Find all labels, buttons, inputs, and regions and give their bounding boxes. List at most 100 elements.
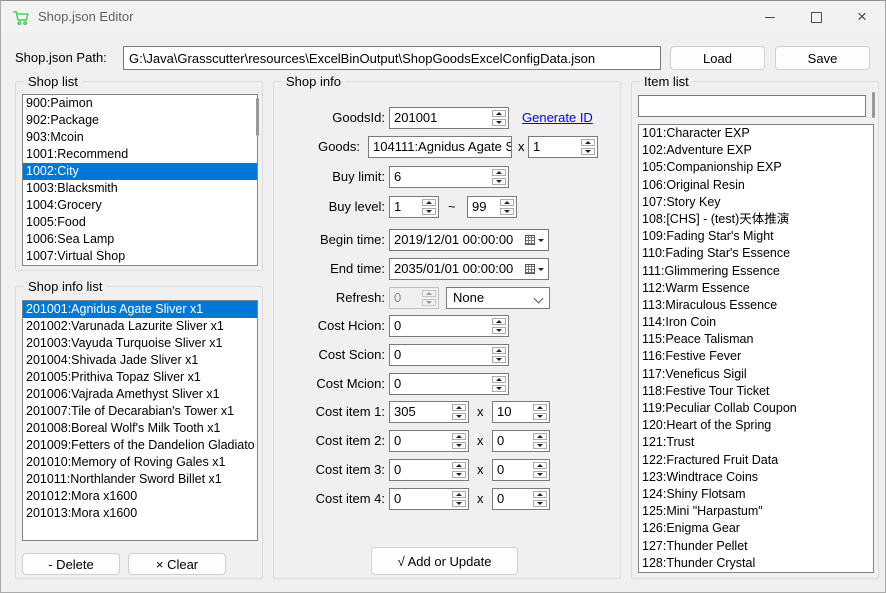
- list-item[interactable]: 201007:Tile of Decarabian's Tower x1: [23, 403, 257, 420]
- list-item[interactable]: 1001:Recommend: [23, 146, 257, 163]
- list-item[interactable]: 903:Mcoin: [23, 129, 257, 146]
- item-list-scrollbar[interactable]: [872, 92, 875, 118]
- list-item[interactable]: 114:Iron Coin: [639, 314, 873, 331]
- load-button[interactable]: Load: [670, 46, 765, 70]
- list-item[interactable]: 201006:Vajrada Amethyst Sliver x1: [23, 386, 257, 403]
- cost-item-1-id-input[interactable]: 305: [389, 401, 469, 423]
- list-item[interactable]: 201010:Memory of Roving Gales x1: [23, 454, 257, 471]
- goodsid-spinner[interactable]: [492, 110, 506, 126]
- cost-item-4-id-spinner[interactable]: [452, 491, 466, 507]
- list-item[interactable]: 110:Fading Star's Essence: [639, 245, 873, 262]
- list-item[interactable]: 108:[CHS] - (test)天体推演: [639, 211, 873, 228]
- cost-item-2-count-input[interactable]: 0: [492, 430, 550, 452]
- list-item[interactable]: 201003:Vayuda Turquoise Sliver x1: [23, 335, 257, 352]
- list-item[interactable]: 115:Peace Talisman: [639, 331, 873, 348]
- list-item[interactable]: 121:Trust: [639, 434, 873, 451]
- list-item[interactable]: 1006:Sea Lamp: [23, 231, 257, 248]
- list-item[interactable]: 116:Festive Fever: [639, 348, 873, 365]
- list-item[interactable]: 127:Thunder Pellet: [639, 538, 873, 555]
- buy-level-min-spinner[interactable]: [422, 199, 436, 215]
- goods-count-input[interactable]: 1: [528, 136, 598, 158]
- cost-mcion-spinner[interactable]: [492, 376, 506, 392]
- list-item[interactable]: 113:Miraculous Essence: [639, 297, 873, 314]
- cost-item-4-count-input[interactable]: 0: [492, 488, 550, 510]
- list-item[interactable]: 900:Paimon: [23, 95, 257, 112]
- cost-item-4-count-spinner[interactable]: [533, 491, 547, 507]
- cost-item-2-id-spinner[interactable]: [452, 433, 466, 449]
- list-item[interactable]: 117:Veneficus Sigil: [639, 366, 873, 383]
- list-item[interactable]: 1007:Virtual Shop: [23, 248, 257, 265]
- item-search-input[interactable]: [638, 95, 866, 117]
- goods-count-spinner[interactable]: [581, 139, 595, 155]
- cost-item-1-id-spinner[interactable]: [452, 404, 466, 420]
- list-item[interactable]: 107:Story Key: [639, 194, 873, 211]
- goodsid-input[interactable]: 201001: [389, 107, 509, 129]
- list-item[interactable]: 125:Mini "Harpastum": [639, 503, 873, 520]
- list-item[interactable]: 201004:Shivada Jade Sliver x1: [23, 352, 257, 369]
- cost-item-3-count-input[interactable]: 0: [492, 459, 550, 481]
- list-item[interactable]: 124:Shiny Flotsam: [639, 486, 873, 503]
- cost-hcion-spinner[interactable]: [492, 318, 506, 334]
- cost-mcion-input[interactable]: 0: [389, 373, 509, 395]
- goods-input[interactable]: 104111:Agnidus Agate S: [368, 136, 512, 158]
- path-input[interactable]: [123, 46, 661, 70]
- list-item[interactable]: 123:Windtrace Coins: [639, 469, 873, 486]
- list-item[interactable]: 122:Fractured Fruit Data: [639, 452, 873, 469]
- list-item[interactable]: 902:Package: [23, 112, 257, 129]
- list-item[interactable]: 111:Glimmering Essence: [639, 263, 873, 280]
- save-button[interactable]: Save: [775, 46, 870, 70]
- end-time-input[interactable]: 2035/01/01 00:00:00: [389, 258, 549, 280]
- cost-item-4-id-input[interactable]: 0: [389, 488, 469, 510]
- delete-button[interactable]: - Delete: [22, 553, 120, 575]
- shop-list-scrollbar[interactable]: [256, 98, 259, 136]
- list-item[interactable]: 101:Character EXP: [639, 125, 873, 142]
- cost-scion-input[interactable]: 0: [389, 344, 509, 366]
- datepicker-dropdown-icon[interactable]: [538, 239, 544, 242]
- cost-item-3-id-spinner[interactable]: [452, 462, 466, 478]
- list-item[interactable]: 119:Peculiar Collab Coupon: [639, 400, 873, 417]
- buy-limit-spinner[interactable]: [492, 169, 506, 185]
- cost-item-1-count-spinner[interactable]: [533, 404, 547, 420]
- list-item[interactable]: 201002:Varunada Lazurite Sliver x1: [23, 318, 257, 335]
- list-item[interactable]: 1003:Blacksmith: [23, 180, 257, 197]
- list-item[interactable]: 201009:Fetters of the Dandelion Gladiato: [23, 437, 257, 454]
- list-item[interactable]: 118:Festive Tour Ticket: [639, 383, 873, 400]
- list-item[interactable]: 112:Warm Essence: [639, 280, 873, 297]
- list-item[interactable]: 120:Heart of the Spring: [639, 417, 873, 434]
- list-item[interactable]: 1002:City: [23, 163, 257, 180]
- list-item[interactable]: 1005:Food: [23, 214, 257, 231]
- list-item[interactable]: 201011:Northlander Sword Billet x1: [23, 471, 257, 488]
- cost-item-2-count-spinner[interactable]: [533, 433, 547, 449]
- maximize-icon[interactable]: [793, 1, 839, 33]
- list-item[interactable]: 201008:Boreal Wolf's Milk Tooth x1: [23, 420, 257, 437]
- list-item[interactable]: 201013:Mora x1600: [23, 505, 257, 522]
- list-item[interactable]: 1004:Grocery: [23, 197, 257, 214]
- list-item[interactable]: 102:Adventure EXP: [639, 142, 873, 159]
- buy-limit-input[interactable]: 6: [389, 166, 509, 188]
- shop-info-listbox[interactable]: 201001:Agnidus Agate Sliver x1201002:Var…: [22, 300, 258, 541]
- cost-item-2-id-input[interactable]: 0: [389, 430, 469, 452]
- shop-listbox[interactable]: 900:Paimon902:Package903:Mcoin1001:Recom…: [22, 94, 258, 266]
- list-item[interactable]: 201005:Prithiva Topaz Sliver x1: [23, 369, 257, 386]
- begin-time-input[interactable]: 2019/12/01 00:00:00: [389, 229, 549, 251]
- cost-item-1-count-input[interactable]: 10: [492, 401, 550, 423]
- list-item[interactable]: 105:Companionship EXP: [639, 159, 873, 176]
- buy-level-max-spinner[interactable]: [500, 199, 514, 215]
- buy-level-max-input[interactable]: 99: [467, 196, 517, 218]
- cost-scion-spinner[interactable]: [492, 347, 506, 363]
- list-item[interactable]: 126:Enigma Gear: [639, 520, 873, 537]
- datepicker-dropdown-icon[interactable]: [538, 268, 544, 271]
- cost-hcion-input[interactable]: 0: [389, 315, 509, 337]
- list-item[interactable]: 201012:Mora x1600: [23, 488, 257, 505]
- list-item[interactable]: 106:Original Resin: [639, 177, 873, 194]
- refresh-mode-dropdown[interactable]: None: [446, 287, 550, 309]
- add-or-update-button[interactable]: √ Add or Update: [371, 547, 518, 575]
- list-item[interactable]: 109:Fading Star's Might: [639, 228, 873, 245]
- cost-item-3-count-spinner[interactable]: [533, 462, 547, 478]
- cost-item-3-id-input[interactable]: 0: [389, 459, 469, 481]
- generate-id-link[interactable]: Generate ID: [522, 110, 593, 125]
- list-item[interactable]: 201001:Agnidus Agate Sliver x1: [23, 301, 257, 318]
- buy-level-min-input[interactable]: 1: [389, 196, 439, 218]
- minimize-icon[interactable]: [747, 1, 793, 33]
- clear-button[interactable]: × Clear: [128, 553, 226, 575]
